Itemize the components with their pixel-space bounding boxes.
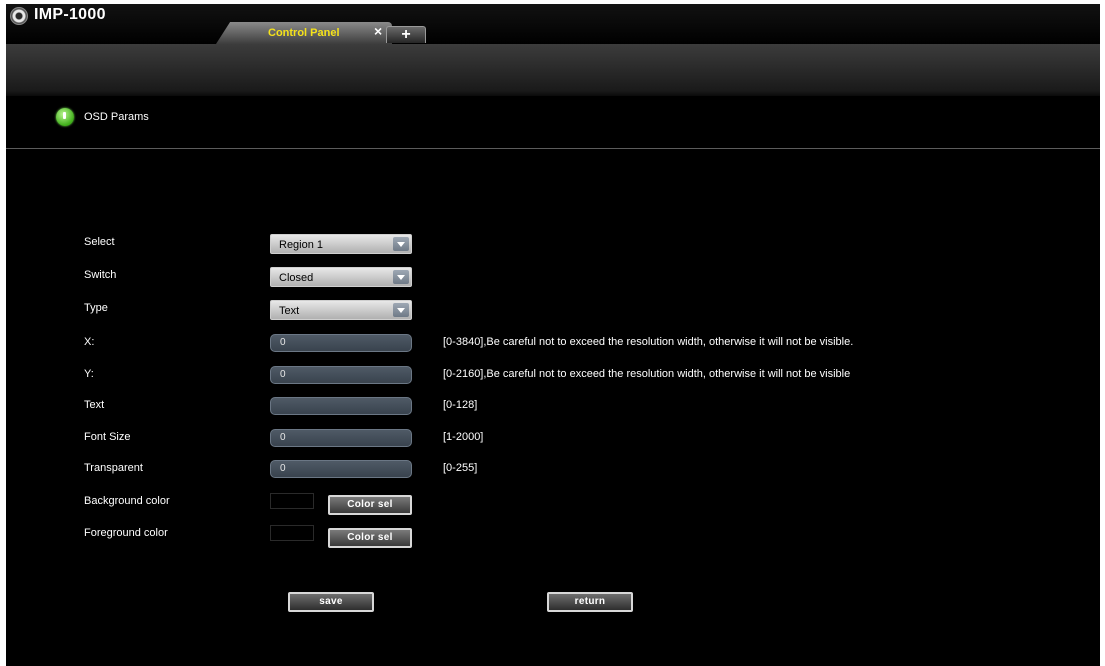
- row-type: Type Text: [6, 300, 1100, 324]
- return-button[interactable]: return: [547, 592, 633, 612]
- y-label: Y:: [84, 368, 94, 380]
- add-tab-button[interactable]: +: [386, 26, 426, 43]
- app-window: IMP-1000 Control Panel × + OSD Params Se…: [6, 4, 1100, 666]
- type-label: Type: [84, 302, 108, 314]
- transparent-hint: [0-255]: [443, 462, 478, 474]
- x-label: X:: [84, 336, 95, 348]
- title-bar: IMP-1000 Control Panel × +: [6, 4, 1100, 44]
- chevron-down-icon[interactable]: [393, 303, 409, 317]
- row-foreground-color: Foreground color Color sel: [6, 525, 1100, 549]
- switch-label: Switch: [84, 269, 117, 281]
- row-switch: Switch Closed: [6, 267, 1100, 291]
- y-input[interactable]: 0: [270, 366, 412, 384]
- background-color-swatch: [270, 493, 314, 509]
- close-icon[interactable]: ×: [374, 23, 382, 39]
- row-text: Text [0-128]: [6, 397, 1100, 421]
- info-bubble-icon: [56, 108, 74, 126]
- toolbar-band: [6, 44, 1100, 96]
- region-dropdown-value: Region 1: [279, 239, 324, 251]
- x-input[interactable]: 0: [270, 334, 412, 352]
- switch-dropdown[interactable]: Closed: [270, 267, 412, 287]
- row-background-color: Background color Color sel: [6, 493, 1100, 517]
- chevron-down-icon[interactable]: [393, 237, 409, 251]
- transparent-input[interactable]: 0: [270, 460, 412, 478]
- app-title: IMP-1000: [34, 6, 106, 23]
- row-select: Select Region 1: [6, 234, 1100, 258]
- save-button[interactable]: save: [288, 592, 374, 612]
- chevron-down-icon[interactable]: [393, 270, 409, 284]
- font-size-input[interactable]: 0: [270, 429, 412, 447]
- switch-dropdown-value: Closed: [279, 272, 314, 284]
- tab-label: Control Panel: [268, 27, 340, 39]
- select-label: Select: [84, 236, 115, 248]
- text-label: Text: [84, 399, 105, 411]
- text-hint: [0-128]: [443, 399, 478, 411]
- foreground-color-label: Foreground color: [84, 527, 168, 539]
- foreground-color-sel-button[interactable]: Color sel: [328, 528, 412, 548]
- camera-lens-icon: [10, 7, 28, 25]
- transparent-label: Transparent: [84, 462, 143, 474]
- foreground-color-swatch: [270, 525, 314, 541]
- section-title: OSD Params: [84, 111, 149, 123]
- type-dropdown[interactable]: Text: [270, 300, 412, 320]
- region-dropdown[interactable]: Region 1: [270, 234, 412, 254]
- row-transparent: Transparent 0 [0-255]: [6, 460, 1100, 484]
- x-hint: [0-3840],Be careful not to exceed the re…: [443, 336, 854, 348]
- background-color-label: Background color: [84, 495, 170, 507]
- font-size-hint: [1-2000]: [443, 431, 484, 443]
- row-font-size: Font Size 0 [1-2000]: [6, 429, 1100, 453]
- tab-control-panel[interactable]: Control Panel ×: [216, 22, 392, 44]
- type-dropdown-value: Text: [279, 305, 300, 317]
- text-input[interactable]: [270, 397, 412, 415]
- font-size-label: Font Size: [84, 431, 131, 443]
- y-hint: [0-2160],Be careful not to exceed the re…: [443, 368, 851, 380]
- row-x: X: 0 [0-3840],Be careful not to exceed t…: [6, 334, 1100, 358]
- background-color-sel-button[interactable]: Color sel: [328, 495, 412, 515]
- divider: [6, 148, 1100, 149]
- row-y: Y: 0 [0-2160],Be careful not to exceed t…: [6, 366, 1100, 390]
